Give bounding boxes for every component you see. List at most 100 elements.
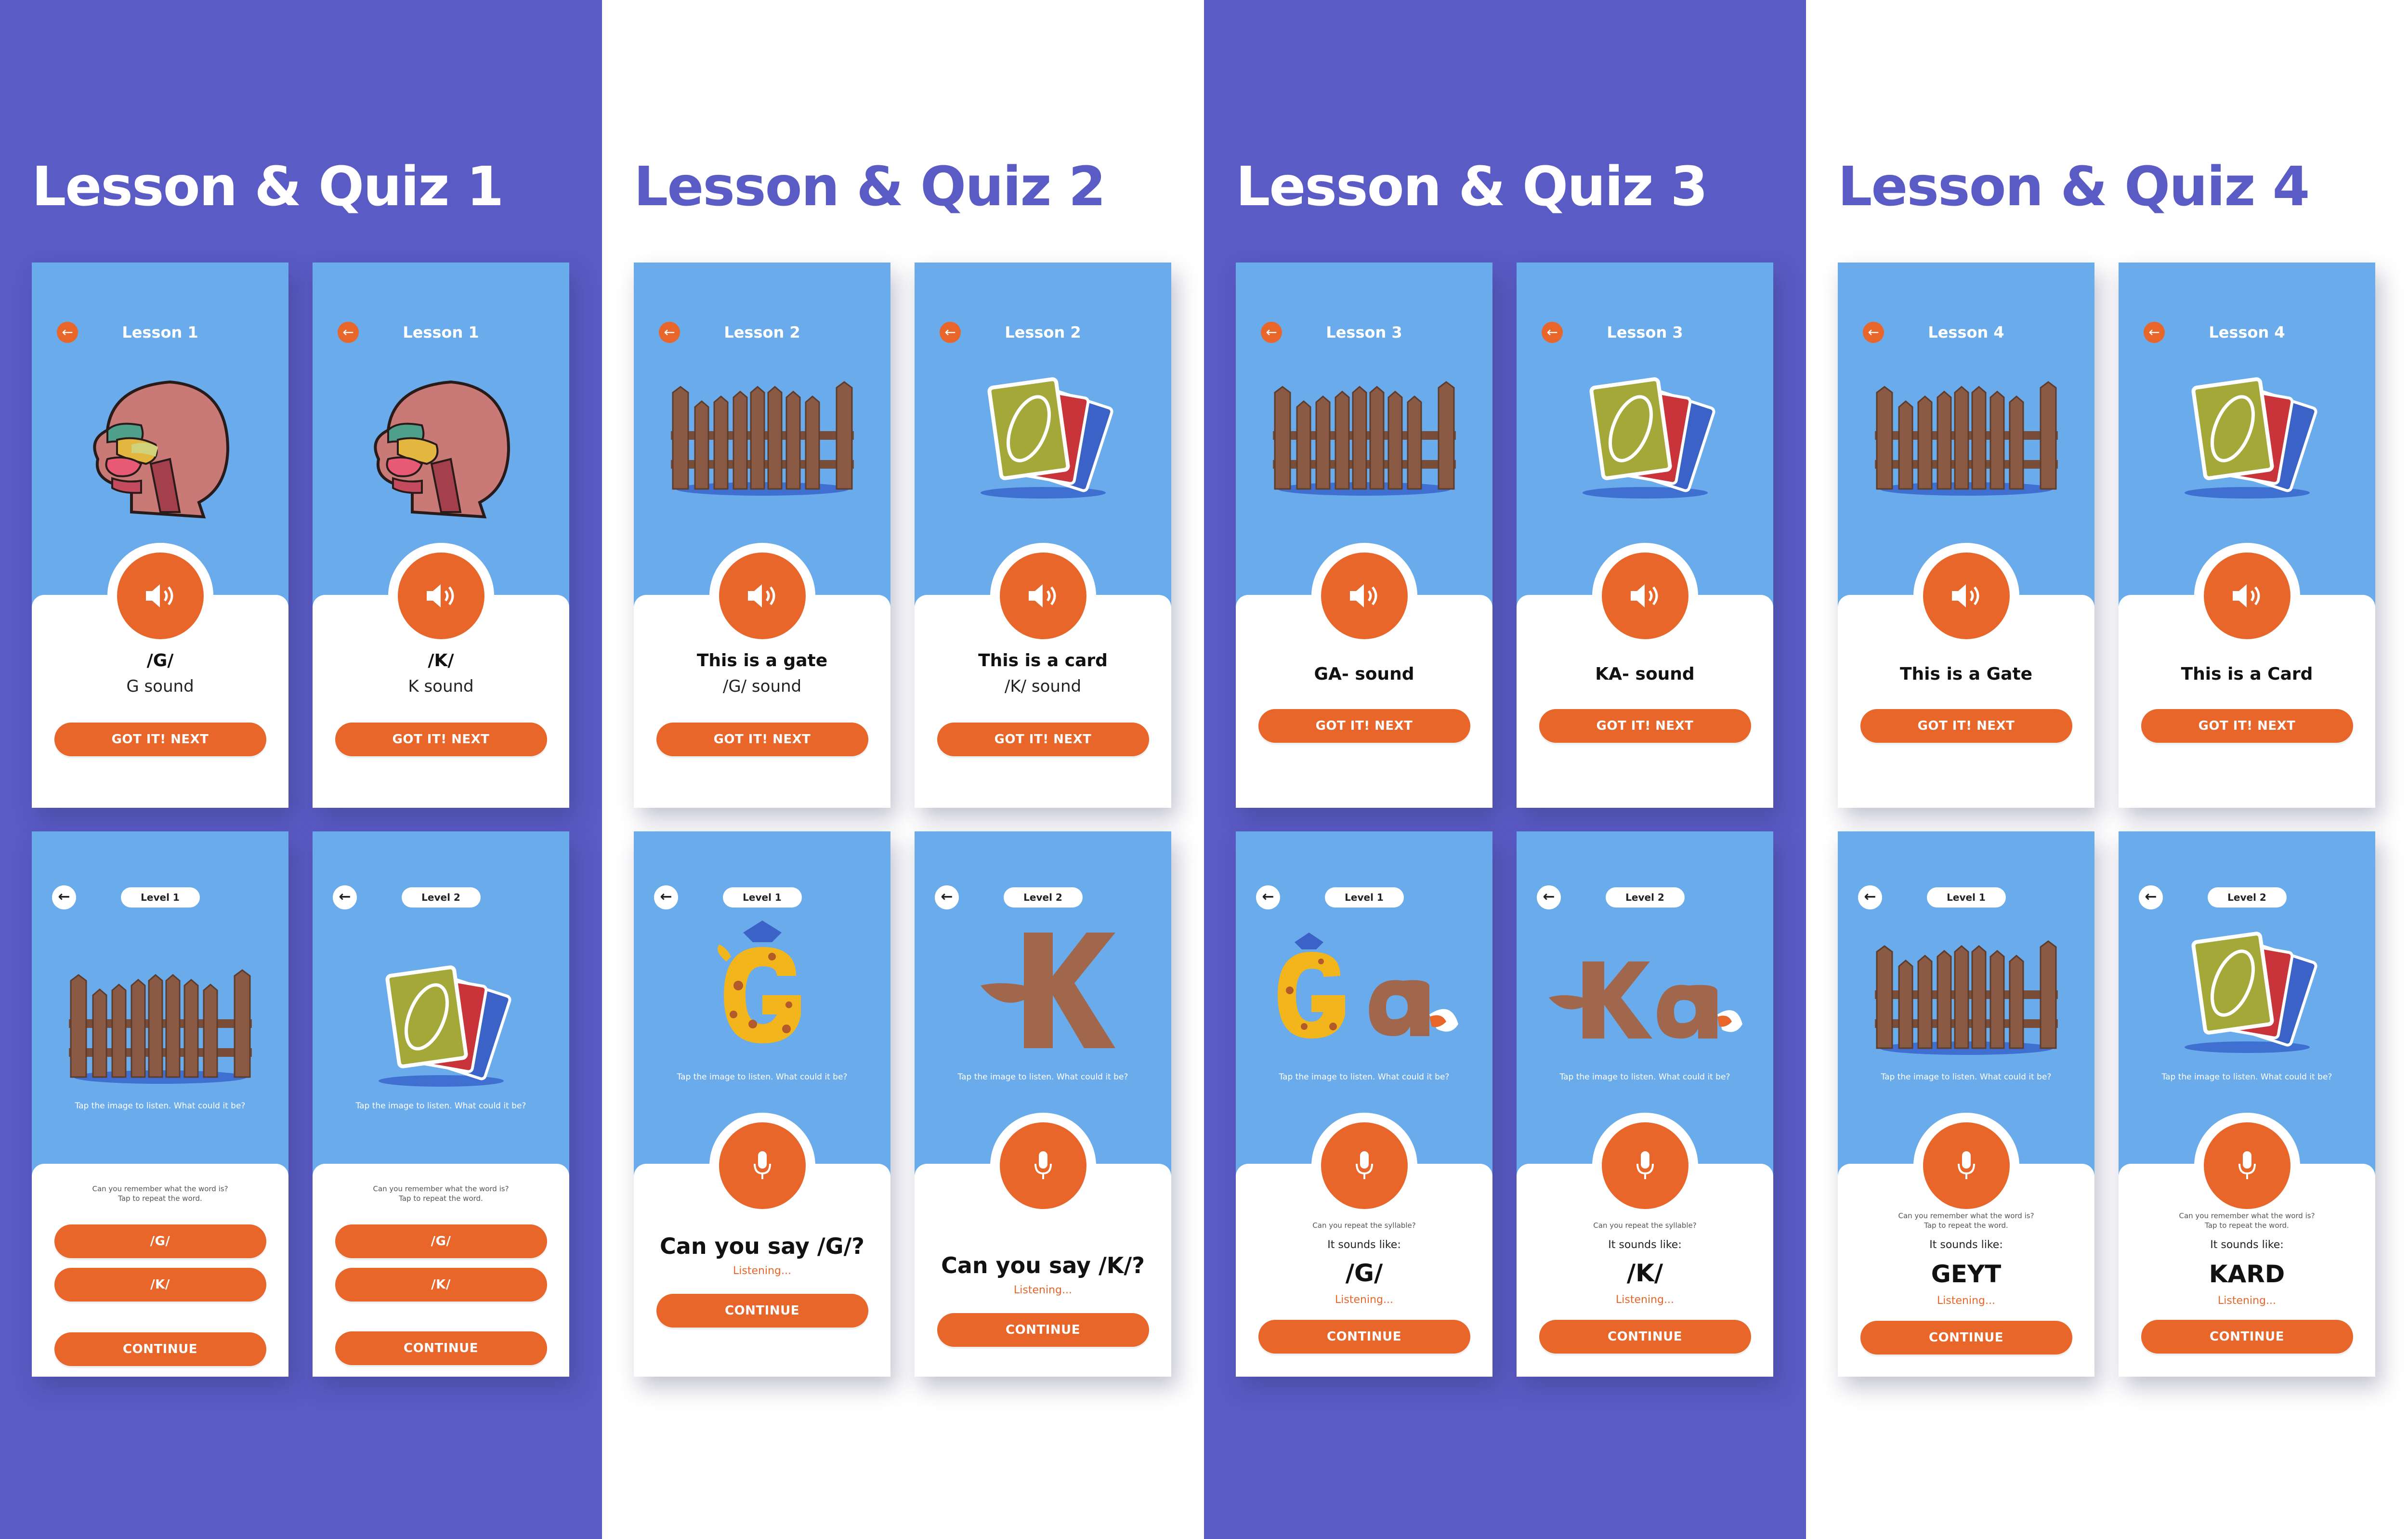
microphone-button[interactable] bbox=[2194, 1113, 2300, 1219]
lesson-title: Lesson 2 bbox=[724, 323, 800, 342]
continue-button[interactable]: CONTINUE bbox=[937, 1313, 1149, 1347]
lesson-line-2: /K/ sound bbox=[1004, 677, 1082, 696]
letters-ga-illustration[interactable] bbox=[1263, 933, 1466, 1045]
head-anatomy-illustration[interactable] bbox=[74, 368, 247, 524]
lesson-line-1: /K/ bbox=[428, 651, 454, 671]
card-illustration[interactable] bbox=[966, 368, 1120, 505]
back-arrow-icon[interactable]: ← bbox=[2139, 885, 2163, 909]
speaker-icon bbox=[1349, 584, 1377, 607]
got-it-next-button[interactable]: GOT IT! NEXT bbox=[54, 723, 266, 756]
continue-button[interactable]: CONTINUE bbox=[1539, 1320, 1751, 1354]
option-button[interactable]: /K/ bbox=[54, 1268, 266, 1302]
lesson-line-2: /G/ sound bbox=[722, 677, 802, 696]
option-button[interactable]: /G/ bbox=[335, 1224, 547, 1258]
head-anatomy-illustration[interactable] bbox=[354, 368, 528, 524]
prompt-line-2: Tap to repeat the word. bbox=[2205, 1221, 2289, 1230]
prompt-line-2: Tap to repeat the word. bbox=[118, 1194, 202, 1203]
lesson-line-2: G sound bbox=[126, 677, 194, 696]
lesson-title: Lesson 2 bbox=[1005, 323, 1081, 342]
speaker-button[interactable] bbox=[1592, 543, 1698, 649]
card-illustration[interactable] bbox=[364, 957, 518, 1093]
tap-hint: Tap the image to listen. What could it b… bbox=[1559, 1072, 1730, 1082]
continue-button[interactable]: CONTINUE bbox=[1860, 1321, 2072, 1355]
sounds-like-label: It sounds like: bbox=[1929, 1239, 2003, 1251]
letters-ka-illustration[interactable] bbox=[1544, 952, 1746, 1045]
letter-g-illustration[interactable] bbox=[700, 918, 825, 1055]
microphone-button[interactable] bbox=[1311, 1113, 1417, 1219]
tap-hint: Tap the image to listen. What could it b… bbox=[355, 1101, 526, 1111]
back-arrow-icon[interactable]: ← bbox=[1256, 885, 1280, 909]
got-it-next-button[interactable]: GOT IT! NEXT bbox=[2141, 709, 2353, 743]
listening-status: Listening... bbox=[1616, 1294, 1674, 1306]
card-illustration[interactable] bbox=[2170, 923, 2324, 1060]
microphone-icon bbox=[1355, 1151, 1373, 1179]
gate-illustration[interactable] bbox=[64, 961, 257, 1089]
prompt-line-2: Tap to repeat the word. bbox=[1924, 1221, 2008, 1230]
answer-text: /K/ bbox=[1626, 1259, 1663, 1287]
back-arrow-icon[interactable]: ← bbox=[935, 885, 959, 909]
quiz-screen: ← Level 1 Tap the image to listen. What … bbox=[1236, 831, 1492, 1377]
got-it-next-button[interactable]: GOT IT! NEXT bbox=[1539, 709, 1751, 743]
lesson-line-1: KA- sound bbox=[1595, 664, 1695, 684]
continue-button[interactable]: CONTINUE bbox=[2141, 1320, 2353, 1354]
say-prompt: Can you say /G/? bbox=[660, 1233, 864, 1259]
lesson-title: Lesson 4 bbox=[1928, 323, 2004, 342]
microphone-button[interactable] bbox=[709, 1113, 815, 1219]
tap-hint: Tap the image to listen. What could it b… bbox=[2161, 1072, 2332, 1082]
speaker-button[interactable] bbox=[388, 543, 494, 649]
prompt-line-1: Can you repeat the syllable? bbox=[1593, 1221, 1697, 1230]
quiz-screen: ← Level 2 Tap the image to listen. What … bbox=[915, 831, 1171, 1377]
gate-illustration[interactable] bbox=[1268, 373, 1461, 500]
microphone-icon bbox=[1034, 1151, 1052, 1179]
answer-text: KARD bbox=[2209, 1260, 2285, 1288]
speaker-icon bbox=[1951, 584, 1979, 607]
got-it-next-button[interactable]: GOT IT! NEXT bbox=[1860, 709, 2072, 743]
continue-button[interactable]: CONTINUE bbox=[1258, 1320, 1470, 1354]
speaker-button[interactable] bbox=[990, 543, 1096, 649]
speaker-button[interactable] bbox=[1311, 543, 1417, 649]
speaker-button[interactable] bbox=[709, 543, 815, 649]
gate-illustration[interactable] bbox=[1870, 933, 2063, 1060]
lesson-line-1: GA- sound bbox=[1314, 664, 1414, 684]
option-button[interactable]: /G/ bbox=[54, 1224, 266, 1258]
level-badge: Level 1 bbox=[722, 887, 802, 908]
speaker-button[interactable] bbox=[2194, 543, 2300, 649]
got-it-next-button[interactable]: GOT IT! NEXT bbox=[335, 723, 547, 756]
speaker-icon bbox=[426, 584, 454, 607]
gate-illustration[interactable] bbox=[1870, 373, 2063, 500]
speaker-icon bbox=[1630, 584, 1658, 607]
got-it-next-button[interactable]: GOT IT! NEXT bbox=[937, 723, 1149, 756]
prompt-line-1: Can you remember what the word is? bbox=[2179, 1211, 2315, 1220]
back-arrow-icon[interactable]: ← bbox=[654, 885, 678, 909]
lesson-title: Lesson 3 bbox=[1607, 323, 1683, 342]
got-it-next-button[interactable]: GOT IT! NEXT bbox=[1258, 709, 1470, 743]
section-title-1: Lesson & Quiz 1 bbox=[32, 156, 504, 218]
option-button[interactable]: /K/ bbox=[335, 1268, 547, 1302]
got-it-next-button[interactable]: GOT IT! NEXT bbox=[656, 723, 868, 756]
microphone-button[interactable] bbox=[990, 1113, 1096, 1219]
lesson-line-1: This is a Card bbox=[2181, 664, 2313, 684]
sounds-like-label: It sounds like: bbox=[1608, 1239, 1682, 1251]
microphone-button[interactable] bbox=[1913, 1113, 2019, 1219]
level-badge: Level 1 bbox=[120, 887, 200, 908]
gate-illustration[interactable] bbox=[666, 373, 859, 500]
card-illustration[interactable] bbox=[2170, 368, 2324, 505]
continue-button[interactable]: CONTINUE bbox=[656, 1294, 868, 1328]
back-arrow-icon[interactable]: ← bbox=[1858, 885, 1882, 909]
microphone-icon bbox=[1636, 1151, 1654, 1179]
back-arrow-icon[interactable]: ← bbox=[52, 885, 76, 909]
lesson-screen: ← Lesson 4 This is a Gate GOT IT! NEXT bbox=[1838, 263, 2094, 808]
speaker-button-front[interactable] bbox=[107, 543, 213, 649]
back-arrow-icon[interactable]: ← bbox=[1537, 885, 1561, 909]
letter-k-illustration[interactable] bbox=[971, 928, 1115, 1055]
speaker-button[interactable] bbox=[1913, 543, 2019, 649]
prompt-line-1: Can you remember what the word is? bbox=[92, 1184, 228, 1193]
continue-button[interactable]: CONTINUE bbox=[335, 1331, 547, 1365]
continue-button[interactable]: CONTINUE bbox=[54, 1332, 266, 1366]
lesson-title: Lesson 4 bbox=[2209, 323, 2285, 342]
say-prompt: Can you say /K/? bbox=[941, 1252, 1145, 1278]
microphone-button[interactable] bbox=[1592, 1113, 1698, 1219]
card-illustration[interactable] bbox=[1568, 368, 1722, 505]
quiz-screen: ← Level 2 Tap the image to listen. What … bbox=[313, 831, 569, 1377]
back-arrow-icon[interactable]: ← bbox=[333, 885, 357, 909]
